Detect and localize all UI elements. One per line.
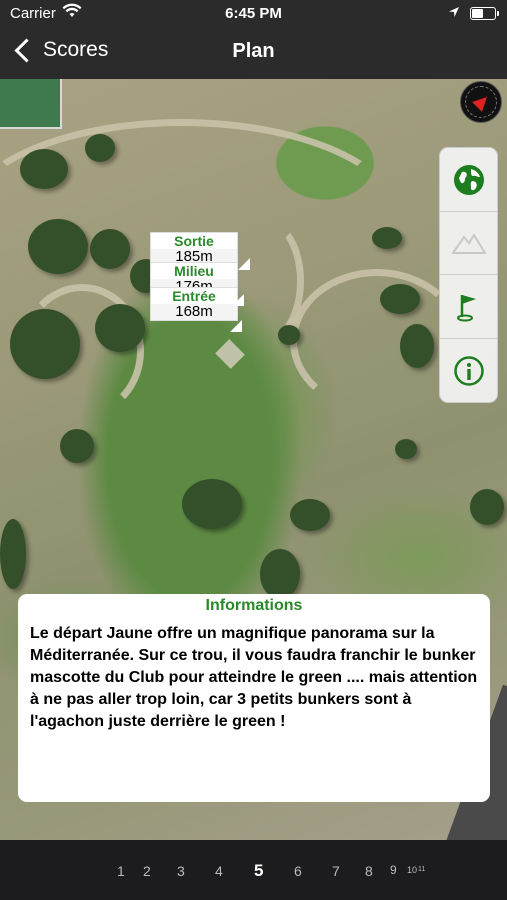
info-text: Le départ Jaune offre un magnifique pano… xyxy=(30,625,478,730)
tree xyxy=(10,309,80,379)
navigation-bar: Scores Plan xyxy=(0,28,507,79)
tree xyxy=(90,229,130,269)
tree xyxy=(380,284,420,314)
distance-marker-sortie[interactable] xyxy=(238,258,250,270)
page-6[interactable]: 6 xyxy=(294,863,302,879)
battery-icon xyxy=(470,7,499,20)
compass-icon[interactable] xyxy=(460,81,502,123)
page-1[interactable]: 1 xyxy=(117,863,125,879)
map-toolbar xyxy=(439,147,498,403)
tree xyxy=(20,149,68,189)
tree xyxy=(278,325,300,345)
distance-label-name: Entrée xyxy=(172,288,216,304)
location-arrow-icon xyxy=(448,5,460,22)
distance-label-sortie: Sortie 185m xyxy=(150,232,238,266)
page-9[interactable]: 9 xyxy=(390,863,397,877)
tree xyxy=(60,429,94,463)
tree xyxy=(290,499,330,531)
terrain-button[interactable] xyxy=(440,211,497,275)
page-11[interactable]: 11 xyxy=(418,866,425,873)
tree xyxy=(372,227,402,249)
page-5-current[interactable]: 5 xyxy=(254,861,263,881)
tree xyxy=(85,134,115,162)
tree xyxy=(400,324,434,368)
page-7[interactable]: 7 xyxy=(332,863,340,879)
info-panel: Informations Le départ Jaune offre un ma… xyxy=(18,594,490,802)
distance-label-name: Milieu xyxy=(174,263,214,279)
status-bar: Carrier 6:45 PM xyxy=(0,0,507,28)
cart-path xyxy=(290,269,464,413)
page-10[interactable]: 10 xyxy=(407,865,417,875)
distance-label-entree: Entrée 168m xyxy=(150,287,238,321)
info-icon xyxy=(453,355,484,386)
page-2[interactable]: 2 xyxy=(143,863,151,879)
green-bunker xyxy=(215,339,245,369)
globe-icon xyxy=(453,164,484,195)
distance-value: 168m xyxy=(151,304,237,320)
tree xyxy=(182,479,242,529)
tree xyxy=(95,304,145,352)
hole-pager: 1 2 3 4 5 6 7 8 9 10 11 xyxy=(0,840,507,900)
tree xyxy=(395,439,417,459)
info-title: Informations xyxy=(205,597,303,614)
globe-button[interactable] xyxy=(440,148,497,212)
distance-marker-entree[interactable] xyxy=(230,320,242,332)
page-3[interactable]: 3 xyxy=(177,863,185,879)
tennis-court xyxy=(0,79,62,129)
flag-button[interactable] xyxy=(440,275,497,339)
terrain-icon xyxy=(451,232,486,254)
distance-label-name: Sortie xyxy=(174,233,214,249)
tree xyxy=(260,549,300,599)
tree xyxy=(470,489,504,525)
clock: 6:45 PM xyxy=(225,5,282,22)
info-button[interactable] xyxy=(440,339,497,402)
tree xyxy=(28,219,88,274)
page-title: Plan xyxy=(232,40,275,62)
page-8[interactable]: 8 xyxy=(365,863,373,879)
tree xyxy=(0,519,26,589)
distance-marker-milieu[interactable] xyxy=(232,294,244,306)
flag-icon xyxy=(456,294,476,321)
page-4[interactable]: 4 xyxy=(215,863,223,879)
